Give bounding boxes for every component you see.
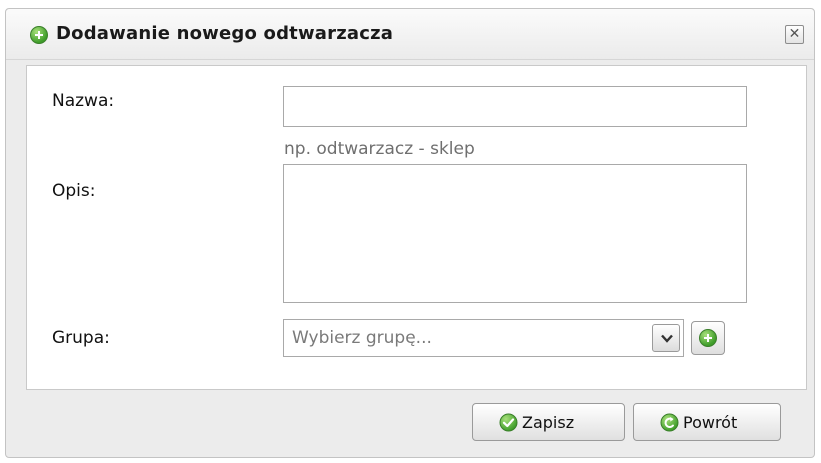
add-circle-icon [30, 26, 48, 44]
name-input[interactable] [283, 86, 747, 127]
close-button[interactable]: ✕ [785, 25, 804, 44]
group-select-placeholder: Wybierz grupę... [292, 328, 432, 348]
save-button-label: Zapisz [522, 413, 575, 432]
dialog-titlebar: Dodawanie nowego odtwarzacza ✕ [6, 9, 814, 60]
back-button[interactable]: Powrót [633, 403, 781, 441]
form-panel: Nazwa: np. odtwarzacz - sklep Opis: Grup… [26, 65, 807, 390]
add-group-button[interactable] [691, 321, 725, 355]
back-button-label: Powrót [683, 413, 738, 432]
add-circle-icon [699, 329, 717, 347]
return-arrow-icon [660, 413, 679, 432]
group-select-arrow-button[interactable] [652, 324, 680, 352]
add-player-dialog: Dodawanie nowego odtwarzacza ✕ Nazwa: np… [5, 8, 815, 458]
name-label: Nazwa: [52, 91, 115, 111]
name-hint: np. odtwarzacz - sklep [284, 139, 475, 159]
dialog-title: Dodawanie nowego odtwarzacza [56, 23, 394, 44]
description-textarea[interactable] [283, 164, 747, 303]
close-icon: ✕ [788, 26, 801, 42]
description-label: Opis: [52, 181, 96, 201]
group-label: Grupa: [52, 328, 110, 348]
chevron-down-icon [661, 334, 673, 343]
save-button[interactable]: Zapisz [472, 403, 625, 441]
check-circle-icon [499, 413, 518, 432]
group-select[interactable]: Wybierz grupę... [283, 319, 684, 357]
